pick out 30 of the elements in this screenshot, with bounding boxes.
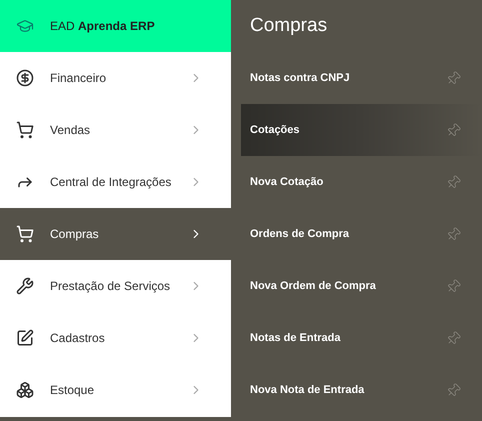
cart-icon xyxy=(16,121,34,139)
submenu-item[interactable]: Notas de Entrada xyxy=(241,312,482,364)
graduation-cap-icon xyxy=(16,17,34,35)
submenu-item[interactable]: Nova Nota de Entrada xyxy=(241,364,482,416)
submenu-label: Notas de Entrada xyxy=(250,330,342,346)
menu-item[interactable]: Compras xyxy=(0,208,231,260)
menu-label: Estoque xyxy=(50,382,96,399)
submenu-item[interactable]: Nova Ordem de Compra xyxy=(241,260,482,312)
submenu-item[interactable]: Ordens de Compra xyxy=(241,208,482,260)
submenu-item[interactable]: Notas contra CNPJ xyxy=(241,52,482,104)
menu-label: Compras xyxy=(50,226,100,243)
submenu-item[interactable]: Nova Cotação xyxy=(241,156,482,208)
pen-square-icon xyxy=(16,329,34,347)
submenu-label: Nova Nota de Entrada xyxy=(250,382,366,398)
submenu-label: Nova Cotação xyxy=(250,174,324,190)
boxes-icon xyxy=(16,381,34,399)
submenu-label: Notas contra CNPJ xyxy=(250,70,351,86)
submenu-label: Cotações xyxy=(250,122,301,138)
menu-label: Cadastros xyxy=(50,330,106,347)
menu-label: Vendas xyxy=(50,122,92,139)
submenu-label: Ordens de Compra xyxy=(250,226,350,242)
menu-label: Prestação de Serviços xyxy=(50,278,172,295)
menu-label: Financeiro xyxy=(50,70,108,87)
cart-icon xyxy=(16,225,34,243)
dollar-circle-icon xyxy=(16,69,34,87)
app-title: EAD Aprenda ERP xyxy=(50,18,155,35)
submenu-title: Compras xyxy=(250,14,328,38)
menu-label: Central de Integrações xyxy=(50,174,172,191)
submenu-label: Nova Ordem de Compra xyxy=(250,278,377,294)
wrench-icon xyxy=(16,277,34,295)
